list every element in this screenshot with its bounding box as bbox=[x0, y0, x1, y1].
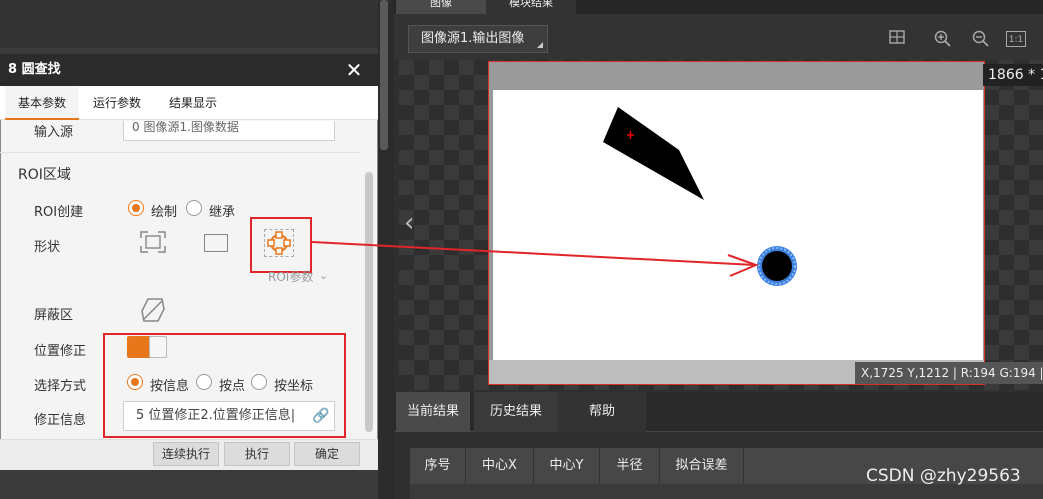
tab-image[interactable]: 图像 bbox=[396, 0, 486, 14]
radio-draw[interactable] bbox=[128, 200, 144, 216]
column-header-fit-error[interactable]: 拟合误差 bbox=[660, 448, 744, 484]
fullscreen-roi-icon[interactable] bbox=[140, 231, 166, 257]
column-header-radius[interactable]: 半径 bbox=[600, 448, 660, 484]
position-fix-toggle[interactable] bbox=[127, 336, 167, 358]
radio-by-info-label: 按信息 bbox=[150, 379, 190, 394]
tab-run-params[interactable]: 运行参数 bbox=[80, 86, 154, 120]
tab-help[interactable]: 帮助 bbox=[558, 392, 646, 432]
radio-by-coord-label: 按坐标 bbox=[274, 379, 314, 394]
input-source-label: 输入源 bbox=[34, 125, 74, 140]
column-header-center-y[interactable]: 中心Y bbox=[534, 448, 600, 484]
column-header-index[interactable]: 序号 bbox=[410, 448, 466, 484]
column-header-center-x[interactable]: 中心X bbox=[466, 448, 534, 484]
radio-by-info[interactable] bbox=[127, 374, 143, 390]
radio-draw-label: 绘制 bbox=[151, 205, 178, 220]
roi-section-title: ROI区域 bbox=[18, 167, 71, 183]
confirm-button[interactable]: 确定 bbox=[294, 442, 360, 466]
radio-inherit-label: 继承 bbox=[209, 205, 236, 220]
mask-shape-icon[interactable] bbox=[140, 297, 166, 327]
dialog-title: 8 圆查找 bbox=[8, 62, 61, 77]
image-source-select[interactable]: 图像源1.输出图像 bbox=[408, 25, 548, 53]
dialog-scrollbar[interactable] bbox=[365, 172, 373, 432]
circle-target bbox=[762, 251, 792, 281]
tab-basic-params[interactable]: 基本参数 bbox=[5, 86, 79, 120]
toggle-knob bbox=[149, 336, 167, 358]
fix-info-field[interactable]: 5 位置修正2.位置修正信息| bbox=[123, 401, 335, 431]
radio-by-point[interactable] bbox=[196, 374, 212, 390]
mask-area-label: 屏蔽区 bbox=[34, 308, 74, 323]
highlight-box-shape bbox=[250, 217, 312, 273]
select-mode-label: 选择方式 bbox=[34, 379, 87, 394]
link-icon[interactable]: 🔗 bbox=[312, 408, 329, 424]
pixel-coordinates-readout: X,1725 Y,1212 | R:194 G:194 | bbox=[855, 362, 1043, 384]
chevron-left-icon[interactable]: ‹ bbox=[404, 210, 414, 236]
continuous-run-button[interactable]: 连续执行 bbox=[153, 442, 219, 466]
tab-history-result[interactable]: 历史结果 bbox=[474, 392, 558, 432]
position-fix-label: 位置修正 bbox=[34, 344, 87, 359]
rectangle-roi-icon[interactable] bbox=[204, 234, 228, 252]
run-button[interactable]: 执行 bbox=[224, 442, 290, 466]
watermark-text: CSDN @zhy29563 bbox=[866, 466, 1021, 486]
shape-label: 形状 bbox=[34, 240, 61, 255]
section-divider bbox=[0, 152, 360, 153]
resolution-label: 1866 * 1 bbox=[983, 64, 1043, 86]
actual-size-icon[interactable]: 1:1 bbox=[1006, 31, 1026, 47]
left-panel-header bbox=[0, 0, 390, 48]
fit-screen-icon[interactable] bbox=[888, 30, 906, 48]
tab-result-display[interactable]: 结果显示 bbox=[156, 86, 230, 120]
input-source-field[interactable]: 0 图像源1.图像数据 bbox=[123, 121, 335, 141]
radio-inherit[interactable] bbox=[186, 200, 202, 216]
image-shapes bbox=[603, 107, 797, 286]
zoom-out-icon[interactable] bbox=[971, 30, 989, 48]
dark-polygon-shape bbox=[603, 107, 704, 200]
close-icon[interactable]: ✕ bbox=[344, 54, 364, 86]
roi-params-label[interactable]: ROI参数 bbox=[268, 268, 313, 285]
radio-by-point-label: 按点 bbox=[219, 379, 246, 394]
left-panel-scrollbar-thumb[interactable] bbox=[380, 0, 388, 150]
zoom-in-icon[interactable] bbox=[933, 30, 951, 48]
tab-current-result[interactable]: 当前结果 bbox=[396, 392, 470, 432]
radio-by-coord[interactable] bbox=[251, 374, 267, 390]
tab-module-result[interactable]: 模块结果 bbox=[486, 0, 576, 14]
dialog-body: 输入源 0 图像源1.图像数据 ROI区域 ROI创建 绘制 继承 形状 ROI… bbox=[0, 121, 378, 439]
roi-create-label: ROI创建 bbox=[34, 205, 84, 220]
chevron-down-icon[interactable]: ⌄ bbox=[319, 269, 328, 282]
fix-info-label: 修正信息 bbox=[34, 413, 87, 428]
